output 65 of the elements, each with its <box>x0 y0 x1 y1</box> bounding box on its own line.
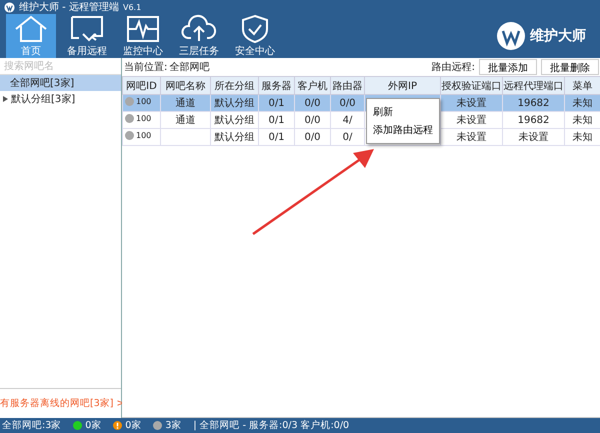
table-cell: 0/1 <box>268 114 285 126</box>
table-cell: 100 <box>124 97 152 106</box>
column-header[interactable]: 外网IP <box>364 76 440 94</box>
table-cell: 未知 <box>572 98 592 109</box>
router-remote-label: 路由远程: <box>432 60 475 74</box>
table-cell: 0/ <box>342 132 352 142</box>
column-header[interactable]: 客户机 <box>294 76 330 94</box>
remote-screen-icon <box>69 14 105 44</box>
table-cell: 100 <box>124 131 152 140</box>
table-cell: 19682 <box>518 114 550 126</box>
table-cell: 未设置 <box>518 132 548 143</box>
table-cell: 未知 <box>572 115 592 126</box>
expand-icon[interactable] <box>3 96 8 102</box>
table-cell: 4/ <box>342 114 352 126</box>
group-item[interactable]: 全部网吧[3家] <box>0 75 121 91</box>
batch-button[interactable]: 批量添加 <box>479 59 537 75</box>
location-value: 全部网吧 <box>169 60 210 74</box>
column-header[interactable]: 服务器 <box>258 76 294 94</box>
group-item[interactable]: 默认分组[3家] <box>0 91 121 107</box>
status-total: 全部网吧:3家 <box>2 419 62 432</box>
status-count: 0家 <box>85 419 102 432</box>
toolbar-tab[interactable]: 监控中心 <box>118 14 168 58</box>
table-cell: 通道 <box>176 115 196 126</box>
column-header[interactable]: 网吧ID <box>122 76 160 94</box>
location-label: 当前位置: <box>124 60 168 74</box>
menu-item[interactable]: 添加路由远程 <box>367 121 439 139</box>
table-cell: 0/1 <box>268 98 285 108</box>
column-header[interactable]: 远程代理端口 <box>502 76 564 94</box>
table-cell: 未设置 <box>456 115 486 126</box>
house-icon <box>13 14 49 44</box>
table-cell: 默认分组 <box>214 132 254 143</box>
table-cell: 19682 <box>518 98 550 108</box>
table-cell: 0/1 <box>268 132 285 142</box>
column-header[interactable]: 授权验证端口 <box>440 76 502 94</box>
table-cell: 未设置 <box>456 132 486 143</box>
toolbar-tab[interactable]: 三层任务 <box>174 14 224 58</box>
heartbeat-monitor-icon <box>125 14 161 44</box>
version-label: V6.1 <box>122 2 142 12</box>
column-header[interactable]: 菜单 <box>564 76 600 94</box>
batch-button[interactable]: 批量删除 <box>541 59 599 75</box>
separator-text: | <box>193 420 197 431</box>
column-header[interactable]: 网吧名称 <box>160 76 210 94</box>
table-cell: 通道 <box>176 98 196 109</box>
brand-logo-icon <box>496 21 526 51</box>
status-count: 3家 <box>165 419 182 432</box>
window-title: 维护大师 - 远程管理端 <box>19 0 119 14</box>
table-cell: 默认分组 <box>214 98 254 109</box>
toolbar-tab[interactable]: 备用远程 <box>62 14 112 58</box>
table-cell: 0/0 <box>304 132 321 142</box>
column-header[interactable]: 路由器 <box>330 76 364 94</box>
table-cell: 100 <box>124 114 152 123</box>
table-cell: 未知 <box>572 132 592 143</box>
menu-item[interactable]: 刷新 <box>367 103 439 121</box>
table-cell: 0/0 <box>339 98 356 108</box>
brand-name: 维护大师 <box>530 27 586 45</box>
toolbar-tab[interactable]: 安全中心 <box>230 14 280 58</box>
search-field[interactable]: 搜索网吧名 <box>0 58 121 75</box>
cloud-upload-icon <box>181 14 217 44</box>
status-count: 0家 <box>125 419 142 432</box>
status-summary: 全部网吧 - 服务器:0/3 客户机:0/0 <box>200 419 350 432</box>
column-header[interactable]: 所在分组 <box>210 76 258 94</box>
table-cell: 0/0 <box>304 98 321 108</box>
table-cell: 默认分组 <box>214 115 254 126</box>
table-cell: 未设置 <box>456 98 486 109</box>
table-cell: 0/0 <box>304 114 321 126</box>
